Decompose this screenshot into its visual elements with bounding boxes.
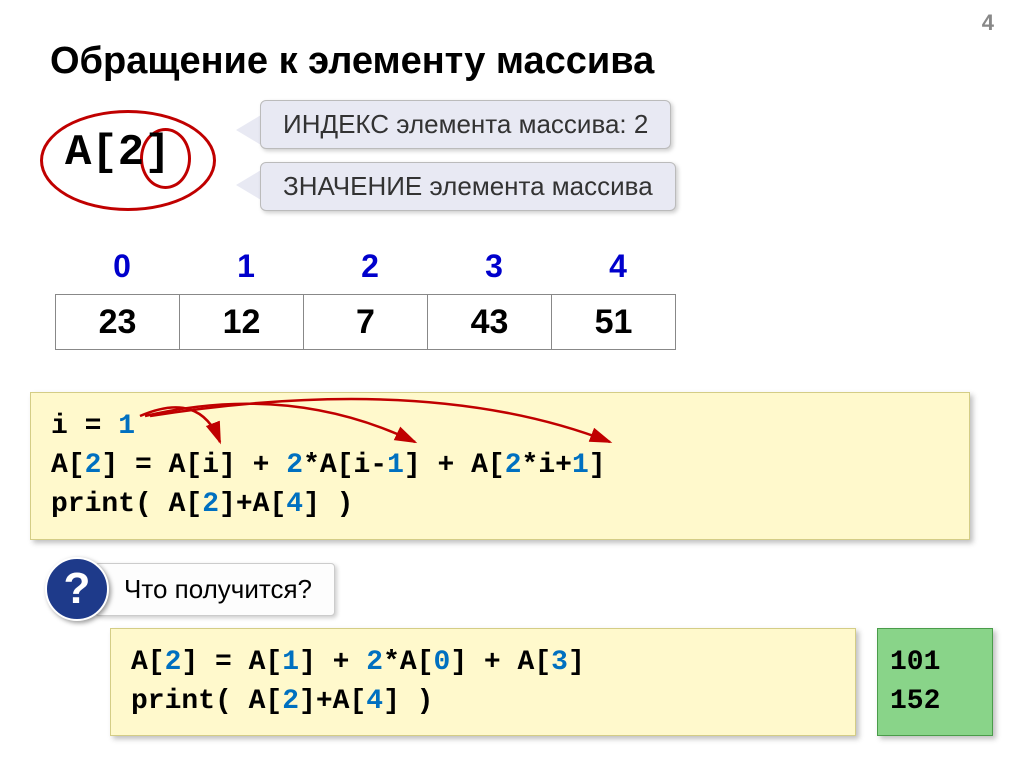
cell-1: 12 — [180, 295, 304, 349]
cell-3: 43 — [428, 295, 552, 349]
idx-3: 3 — [432, 248, 556, 285]
code2-line2: print( A[2]+A[4] ) — [131, 682, 835, 721]
array-row: 23 12 7 43 51 — [55, 294, 676, 350]
result-1: 101 — [890, 643, 980, 682]
callout-value: ЗНАЧЕНИЕ элемента массива — [260, 162, 676, 211]
question-icon: ? — [45, 557, 109, 621]
question-label: Что получится? — [95, 563, 335, 616]
page-number: 4 — [982, 10, 994, 36]
idx-0: 0 — [60, 248, 184, 285]
code1-line1: i = 1 — [51, 407, 949, 446]
result-2: 152 — [890, 682, 980, 721]
callout-tail-1 — [236, 115, 261, 145]
code-block-1: i = 1 A[2] = A[i] + 2*A[i-1] + A[2*i+1] … — [30, 392, 970, 540]
idx-4: 4 — [556, 248, 680, 285]
index-row: 0 1 2 3 4 — [60, 248, 680, 285]
code1-line2: A[2] = A[i] + 2*A[i-1] + A[2*i+1] — [51, 446, 949, 485]
cell-2: 7 — [304, 295, 428, 349]
code1-line3: print( A[2]+A[4] ) — [51, 485, 949, 524]
idx-2: 2 — [308, 248, 432, 285]
idx-1: 1 — [184, 248, 308, 285]
page-title: Обращение к элементу массива — [50, 40, 654, 83]
code2-line1: A[2] = A[1] + 2*A[0] + A[3] — [131, 643, 835, 682]
code-block-2: A[2] = A[1] + 2*A[0] + A[3] print( A[2]+… — [110, 628, 856, 736]
callout-index: ИНДЕКС элемента массива: 2 — [260, 100, 671, 149]
callout-tail-2 — [236, 170, 261, 200]
cell-4: 51 — [552, 295, 675, 349]
array-expression: A[2] — [65, 128, 171, 178]
cell-0: 23 — [56, 295, 180, 349]
results-box: 101 152 — [877, 628, 993, 736]
